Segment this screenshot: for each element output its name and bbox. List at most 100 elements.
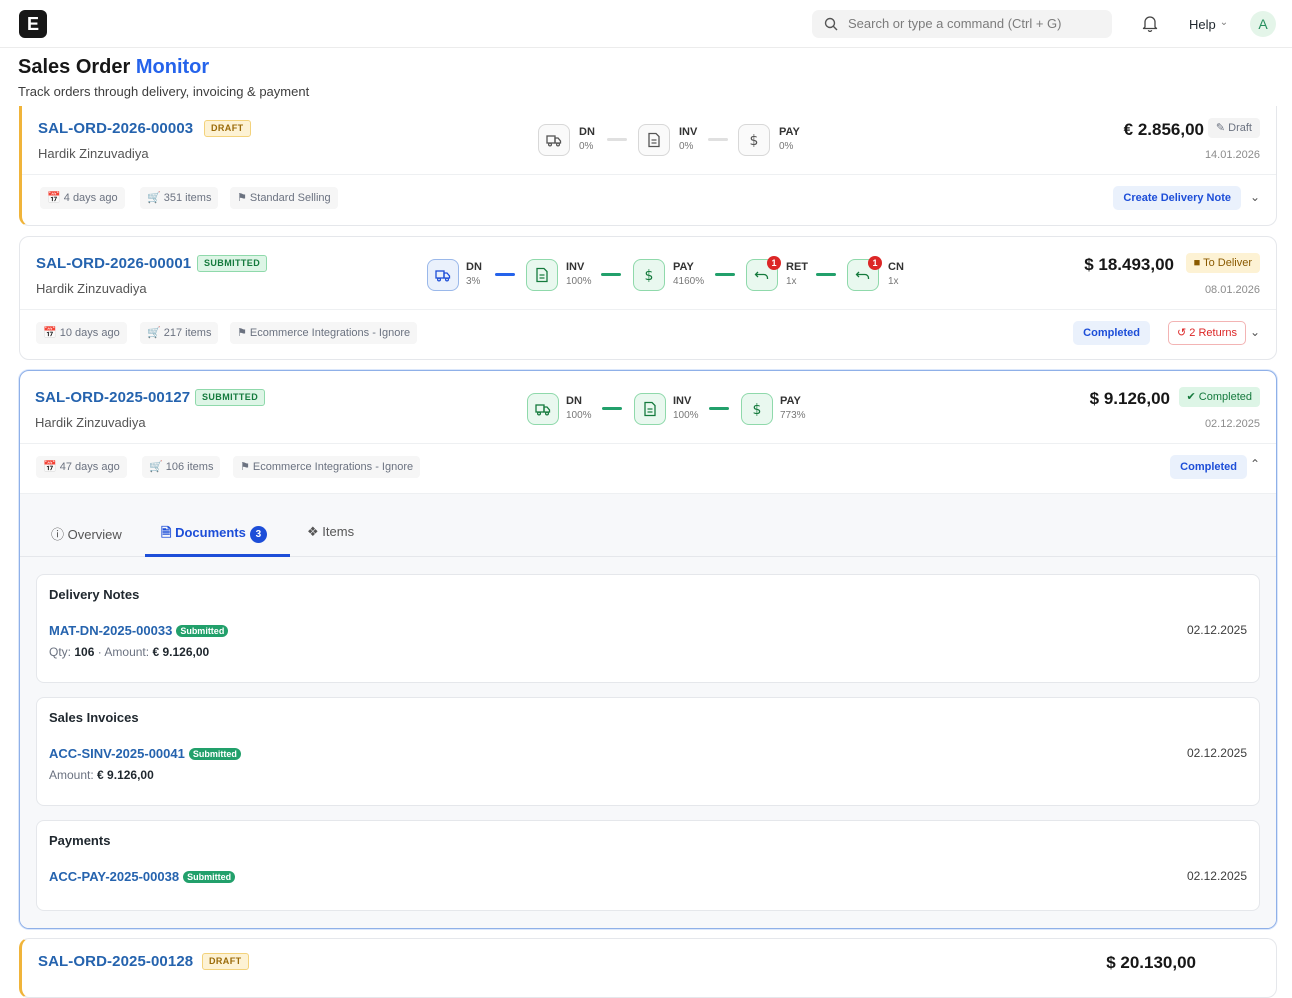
step-label: CN [888, 261, 904, 273]
meta-age-label: 47 days ago [59, 461, 120, 473]
step-connector [715, 273, 735, 276]
completed-button[interactable]: Completed [1073, 321, 1150, 345]
order-id-link[interactable]: SAL-ORD-2025-00127 [35, 389, 190, 406]
tag-icon: ⚑ [237, 192, 250, 204]
payment-link[interactable]: ACC-PAY-2025-00038 Submitted [49, 869, 236, 884]
create-delivery-note-button[interactable]: Create Delivery Note [1113, 186, 1241, 210]
order-card[interactable]: SAL-ORD-2025-00128 DRAFT $ 20.130,00 [19, 938, 1277, 998]
order-id-link[interactable]: SAL-ORD-2026-00003 [38, 120, 193, 137]
step-pay[interactable]: $ [738, 124, 770, 156]
tab-overview-label: Overview [67, 527, 122, 542]
sales-invoice-link[interactable]: ACC-SINV-2025-00041 Submitted [49, 746, 241, 761]
step-percent: 0% [779, 141, 794, 152]
app-logo[interactable]: E [19, 10, 47, 38]
step-pay[interactable]: $ [633, 259, 665, 291]
svg-text:$: $ [750, 133, 759, 148]
search-icon [824, 17, 838, 31]
step-percent: 1x [786, 276, 797, 287]
invoice-icon [644, 401, 656, 417]
page-title-accent: Monitor [135, 56, 210, 78]
tab-items-label: Items [322, 524, 355, 539]
chevron-down-icon[interactable]: ⌄ [1250, 190, 1260, 204]
delivery-note-link[interactable]: MAT-DN-2025-00033 Submitted [49, 623, 229, 638]
chevron-down-icon[interactable]: ⌄ [1250, 325, 1260, 339]
tab-items[interactable]: ❖ Items [307, 524, 354, 540]
order-amount: $ 18.493,00 [1084, 255, 1174, 274]
invoice-icon [536, 267, 548, 283]
meta-type-label: Standard Selling [249, 192, 331, 204]
step-dn[interactable] [427, 259, 459, 291]
step-pay[interactable]: $ [741, 393, 773, 425]
status-badge: Submitted [188, 748, 241, 760]
user-avatar[interactable]: A [1250, 11, 1276, 37]
edit-icon: ✎ [1215, 122, 1229, 134]
tag-icon: ⚑ [237, 327, 250, 339]
returns-button[interactable]: ↺ 2 Returns [1168, 321, 1246, 345]
meta-age-label: 10 days ago [59, 327, 120, 339]
order-state-badge: ■ To Deliver [1185, 253, 1260, 273]
calendar-icon: 📅 [43, 327, 60, 339]
amount-value: € 9.126,00 [97, 768, 154, 782]
step-connector [708, 138, 728, 141]
tab-overview[interactable]: ⓘ Overview [51, 524, 122, 543]
order-card[interactable]: SAL-ORD-2026-00001 SUBMITTED Hardik Zinz… [19, 236, 1277, 360]
order-state-label: Completed [1198, 391, 1252, 403]
step-dn[interactable] [527, 393, 559, 425]
returns-label: 2 Returns [1189, 327, 1237, 339]
section-title: Sales Invoices [49, 710, 139, 725]
tab-documents[interactable]: 🗎 Documents 3 [161, 524, 267, 546]
order-id-link[interactable]: SAL-ORD-2026-00001 [36, 255, 191, 272]
customer-name: Hardik Zinzuvadiya [36, 281, 147, 296]
credit-note-icon [855, 271, 870, 279]
truck-icon [435, 270, 451, 282]
meta-type: ⚑ Ecommerce Integrations - Ignore [230, 322, 418, 344]
step-percent: 3% [466, 276, 481, 287]
step-percent: 100% [673, 410, 699, 421]
sales-invoice-id: ACC-SINV-2025-00041 [49, 746, 185, 761]
customer-name: Hardik Zinzuvadiya [35, 415, 146, 430]
step-inv[interactable] [634, 393, 666, 425]
page-subtitle: Track orders through delivery, invoicing… [18, 84, 310, 99]
section-title: Payments [49, 833, 111, 848]
sales-invoice-details: Amount: € 9.126,00 [49, 768, 154, 782]
return-count-badge: 1 [767, 256, 781, 270]
meta-items: 🛒 351 items [140, 187, 219, 209]
search-input[interactable]: Search or type a command (Ctrl + G) [812, 10, 1112, 38]
step-connector [495, 273, 515, 276]
meta-items-label: 351 items [163, 192, 212, 204]
step-label: PAY [779, 126, 800, 138]
dollar-icon: $ [645, 268, 654, 283]
credit-note-count-badge: 1 [868, 256, 882, 270]
order-card-expanded[interactable]: SAL-ORD-2025-00127 SUBMITTED Hardik Zinz… [19, 370, 1277, 929]
order-status-badge: DRAFT [202, 953, 249, 970]
card-divider [22, 174, 1276, 175]
step-inv[interactable] [526, 259, 558, 291]
step-connector [601, 273, 621, 276]
cubes-icon: ❖ [307, 524, 323, 539]
step-label: DN [566, 395, 582, 407]
completed-button[interactable]: Completed [1170, 455, 1247, 479]
meta-age: 📅 4 days ago [40, 187, 125, 209]
calendar-icon: 📅 [47, 192, 64, 204]
order-id-link[interactable]: SAL-ORD-2025-00128 [38, 953, 193, 970]
step-inv[interactable] [638, 124, 670, 156]
tag-icon: ⚑ [240, 461, 253, 473]
amount-label: Amount: [104, 645, 150, 659]
chevron-up-icon[interactable]: ⌃ [1250, 457, 1260, 471]
help-dropdown[interactable]: Help ⌄ [1189, 17, 1228, 32]
info-icon: ⓘ [51, 527, 68, 542]
invoice-icon [648, 132, 660, 148]
step-dn[interactable] [538, 124, 570, 156]
step-connector [602, 407, 622, 410]
amount-label: Amount: [49, 768, 94, 782]
order-status-badge: SUBMITTED [195, 389, 266, 406]
qty-value: 106 [74, 645, 95, 659]
order-state-badge: ✔ Completed [1178, 387, 1260, 407]
meta-type-label: Ecommerce Integrations - Ignore [249, 327, 411, 339]
step-label: PAY [673, 261, 694, 273]
cart-icon: 🛒 [149, 461, 166, 473]
status-badge: Submitted [183, 871, 236, 883]
notification-bell-icon[interactable] [1142, 15, 1158, 32]
order-card[interactable]: SAL-ORD-2026-00003 DRAFT Hardik Zinzuvad… [19, 106, 1277, 226]
order-amount: $ 9.126,00 [1089, 389, 1170, 408]
